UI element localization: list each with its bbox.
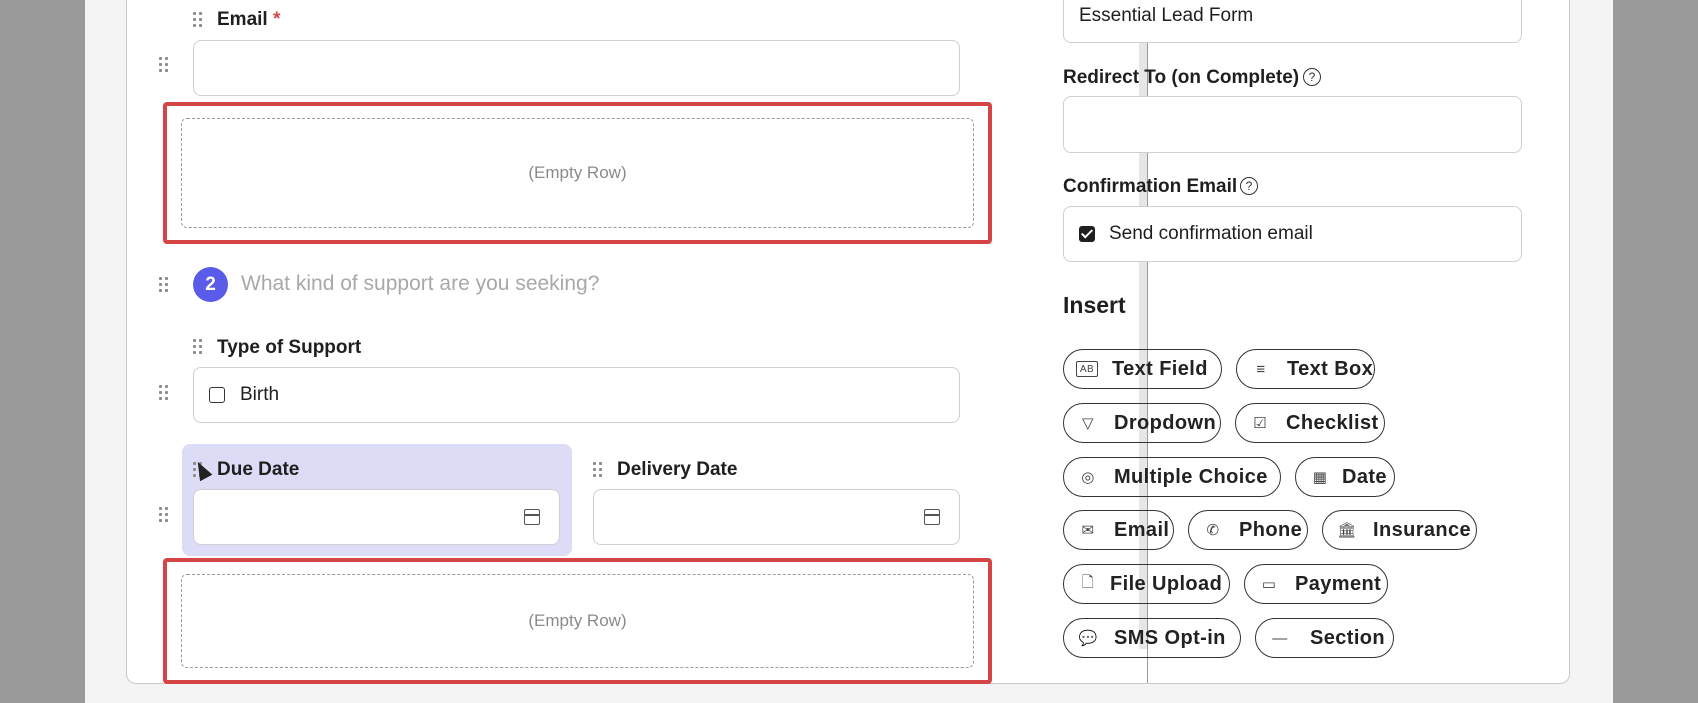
empty-row-label: (Empty Row) (181, 118, 974, 228)
row-drag-handle-icon[interactable] (159, 57, 171, 73)
insert-phone-button[interactable]: ✆ Phone (1188, 510, 1308, 550)
empty-row-label: (Empty Row) (181, 574, 974, 668)
insert-section-button[interactable]: — Section (1255, 618, 1394, 658)
insert-dropdown-button[interactable]: ▽ Dropdown (1063, 403, 1221, 443)
text-field-icon: AB (1076, 361, 1098, 377)
drag-handle-icon[interactable] (193, 339, 205, 355)
pill-label: Text Field (1112, 357, 1208, 380)
calendar-icon: ▦ (1312, 469, 1328, 486)
sms-icon: 💬 (1078, 630, 1098, 647)
pill-label: Checklist (1286, 411, 1379, 434)
insert-file-upload-button[interactable]: 🗋 File Upload (1063, 564, 1230, 604)
line-icon: — (1272, 629, 1288, 647)
dropdown-icon: ▽ (1082, 415, 1094, 432)
insert-sms-opt-in-button[interactable]: 💬 SMS Opt-in (1063, 618, 1241, 658)
empty-row-dropzone[interactable]: (Empty Row) (163, 102, 992, 244)
radio-icon: ◎ (1081, 469, 1095, 486)
pill-label: Dropdown (1114, 411, 1217, 434)
redirect-url-input[interactable] (1063, 96, 1522, 153)
calendar-icon[interactable] (524, 509, 540, 525)
step-number-badge: 2 (193, 267, 228, 302)
drag-handle-icon[interactable] (193, 12, 205, 28)
insert-text-box-button[interactable]: ≡ Text Box (1236, 349, 1375, 389)
pill-label: Text Box (1287, 357, 1374, 380)
due-date-input[interactable] (193, 489, 560, 545)
pill-label: Payment (1295, 572, 1382, 595)
pill-label: File Upload (1110, 572, 1223, 595)
pill-label: Multiple Choice (1114, 465, 1268, 488)
pill-label: Date (1342, 465, 1387, 488)
text-box-icon: ≡ (1256, 360, 1266, 378)
support-options-box: Birth (193, 367, 960, 423)
pill-label: Phone (1239, 518, 1303, 541)
insert-date-button[interactable]: ▦ Date (1295, 457, 1395, 497)
delivery-date-label: Delivery Date (617, 459, 738, 480)
required-marker: * (272, 9, 281, 30)
pill-label: Email (1114, 518, 1170, 541)
bank-icon: 🏛 (1337, 522, 1357, 539)
checklist-icon: ☑ (1253, 415, 1267, 432)
insert-email-button[interactable]: ✉ Email (1063, 510, 1174, 550)
drag-handle-icon[interactable] (593, 462, 605, 478)
card-icon: ▭ (1261, 576, 1277, 593)
confirmation-email-label: Confirmation Email (1063, 176, 1238, 197)
email-input[interactable] (193, 40, 960, 96)
envelope-icon: ✉ (1081, 522, 1095, 539)
send-confirmation-checkbox[interactable] (1079, 226, 1095, 242)
form-name-value: Essential Lead Form (1079, 5, 1254, 26)
birth-option-label: Birth (240, 384, 280, 405)
step-question[interactable]: What kind of support are you seeking? (241, 272, 599, 296)
pill-label: Insurance (1373, 518, 1472, 541)
help-icon[interactable]: ? (1240, 177, 1258, 195)
email-label: Email * (217, 9, 281, 30)
form-name-input[interactable]: Essential Lead Form (1063, 0, 1522, 43)
empty-row-dropzone[interactable]: (Empty Row) (163, 558, 992, 684)
send-confirmation-label: Send confirmation email (1109, 223, 1313, 244)
file-icon: 🗋 (1081, 573, 1095, 591)
calendar-icon[interactable] (924, 509, 940, 525)
insert-insurance-button[interactable]: 🏛 Insurance (1322, 510, 1477, 550)
help-icon[interactable]: ? (1303, 68, 1321, 86)
row-drag-handle-icon[interactable] (159, 385, 171, 401)
insert-heading: Insert (1063, 292, 1126, 318)
step-drag-handle-icon[interactable] (159, 277, 171, 293)
insert-text-field-button[interactable]: AB Text Field (1063, 349, 1222, 389)
confirmation-email-box: Send confirmation email (1063, 206, 1522, 262)
due-date-label: Due Date (217, 459, 300, 480)
pill-label: SMS Opt-in (1114, 626, 1226, 649)
pill-label: Section (1310, 626, 1386, 649)
redirect-label: Redirect To (on Complete) (1063, 67, 1300, 88)
insert-checklist-button[interactable]: ☑ Checklist (1235, 403, 1385, 443)
row-drag-handle-icon[interactable] (159, 507, 171, 523)
insert-payment-button[interactable]: ▭ Payment (1244, 564, 1388, 604)
birth-checkbox[interactable] (209, 387, 225, 403)
phone-icon: ✆ (1206, 522, 1220, 539)
insert-multiple-choice-button[interactable]: ◎ Multiple Choice (1063, 457, 1281, 497)
type-of-support-label: Type of Support (217, 337, 362, 358)
delivery-date-input[interactable] (593, 489, 960, 545)
